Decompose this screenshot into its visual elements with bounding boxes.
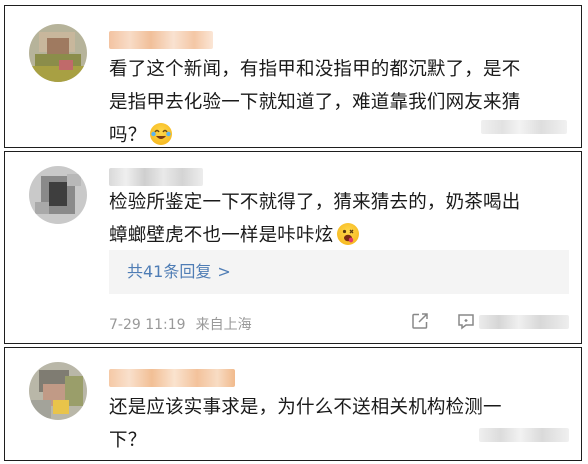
- share-icon[interactable]: [411, 312, 429, 330]
- username-blurred[interactable]: [109, 369, 235, 387]
- meta-blurred: [481, 120, 567, 134]
- username-blurred[interactable]: [109, 168, 203, 186]
- avatar[interactable]: [29, 362, 87, 420]
- laughing-crying-emoji-icon: [150, 123, 173, 145]
- location-label: 来自上海: [195, 317, 252, 333]
- comment-icon[interactable]: [457, 312, 475, 330]
- comment-text: 看了这个新闻，有指甲和没指甲的都沉默了，是不 是指甲去化验一下就知道了，难道靠我…: [109, 59, 521, 146]
- avatar[interactable]: [29, 166, 87, 224]
- drooling-emoji-icon: [337, 223, 360, 245]
- username-blurred[interactable]: [109, 31, 213, 49]
- comment-text: 还是应该实事求是，为什么不送相关机构检测一 下？: [109, 397, 502, 451]
- timestamp: 7-29 11:19 来自上海: [109, 317, 252, 333]
- comment-card: 检验所鉴定一下不就得了，猜来猜去的，奶茶喝出 蟑螂壁虎不也一样是咔咔炫 共41条…: [4, 151, 582, 344]
- avatar[interactable]: [29, 24, 87, 82]
- comment-card: 还是应该实事求是，为什么不送相关机构检测一 下？: [4, 347, 582, 461]
- meta-blurred: [479, 315, 569, 329]
- meta-blurred: [479, 428, 569, 442]
- view-replies-button[interactable]: 共41条回复 >: [109, 250, 569, 294]
- comment-text: 检验所鉴定一下不就得了，猜来猜去的，奶茶喝出 蟑螂壁虎不也一样是咔咔炫: [109, 192, 521, 246]
- comment-card: 看了这个新闻，有指甲和没指甲的都沉默了，是不 是指甲去化验一下就知道了，难道靠我…: [4, 5, 582, 148]
